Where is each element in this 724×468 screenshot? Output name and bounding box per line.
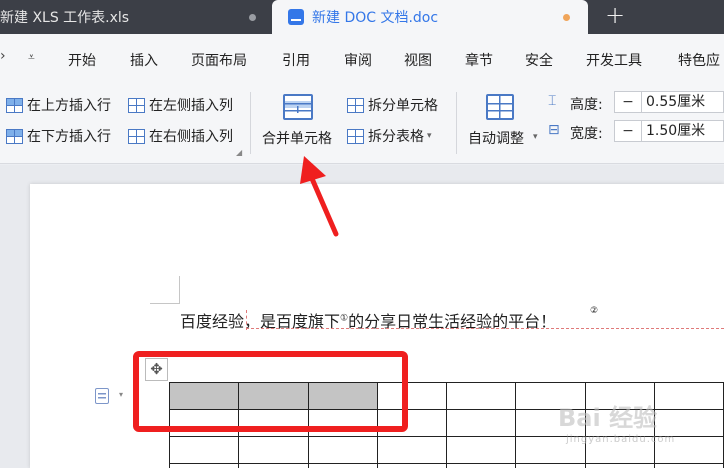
- table-cell[interactable]: [445, 409, 517, 437]
- margin-corner-mark: [179, 276, 180, 304]
- table-cell[interactable]: [653, 382, 724, 410]
- auto-fit-icon: [486, 94, 514, 120]
- ribbon-separator: [250, 92, 251, 154]
- merge-cells-button[interactable]: 合并单元格: [256, 90, 340, 156]
- tab-doc-document[interactable]: 新建 DOC 文档.doc: [272, 0, 588, 34]
- table-cell[interactable]: [445, 382, 517, 410]
- chevron-down-icon[interactable]: ⩡: [28, 50, 35, 65]
- table-cell[interactable]: [307, 463, 378, 468]
- table-row: [168, 463, 724, 468]
- tab-doc-unsaved-icon[interactable]: [563, 14, 570, 21]
- new-tab-button[interactable]: +: [603, 3, 627, 28]
- footnote-ref-1[interactable]: ①: [340, 314, 348, 324]
- table-cell[interactable]: [584, 463, 655, 468]
- wps-writer-icon: [288, 9, 304, 25]
- group-dialog-launcher-icon[interactable]: ◢: [236, 148, 242, 157]
- insert-column-left-button[interactable]: 在左侧插入列: [128, 95, 233, 115]
- width-input[interactable]: 1.50厘米: [642, 120, 724, 142]
- insert-row-above-button[interactable]: 在上方插入行: [6, 95, 111, 115]
- insert-column-left-label: 在左侧插入列: [149, 98, 233, 114]
- revision-underline: [246, 328, 724, 329]
- table-cell[interactable]: [445, 463, 517, 468]
- quick-access-arrow-icon[interactable]: ›: [0, 48, 6, 64]
- table-cell[interactable]: [168, 463, 240, 468]
- insert-column-right-button[interactable]: 在右侧插入列: [128, 126, 233, 146]
- margin-corner-mark: [150, 303, 180, 304]
- annotation-arrow: [300, 156, 339, 237]
- column-width-icon: ⊟: [548, 122, 560, 138]
- merge-cells-label: 合并单元格: [262, 131, 332, 147]
- table-cell[interactable]: [168, 436, 240, 464]
- row-height-icon: ⌶: [548, 93, 557, 109]
- insert-row-above-label: 在上方插入行: [27, 98, 111, 114]
- height-input[interactable]: 0.55厘米: [642, 91, 724, 113]
- menu-item-home[interactable]: 开始: [68, 50, 96, 70]
- insert-row-below-label: 在下方插入行: [27, 129, 111, 145]
- table-cell[interactable]: [653, 463, 724, 468]
- menu-item-insert[interactable]: 插入: [130, 50, 158, 70]
- split-cells-button[interactable]: 拆分单元格: [347, 95, 438, 115]
- insert-row-below-icon: [6, 128, 23, 144]
- table-cell[interactable]: [445, 436, 517, 464]
- table-tools-ribbon: 在上方插入行 在下方插入行 在左侧插入列 在右侧插入列 ◢ 合并单元格 拆分单元…: [0, 82, 724, 164]
- tab-xls-workbook[interactable]: 新建 XLS 工作表.xls: [0, 0, 272, 34]
- ribbon-separator: [456, 92, 457, 154]
- menu-item-view[interactable]: 视图: [404, 50, 432, 70]
- auto-fit-caret-icon: ▾: [533, 132, 538, 142]
- menu-item-references[interactable]: 引用: [282, 50, 310, 70]
- insert-column-right-label: 在右侧插入列: [149, 129, 233, 145]
- insert-column-right-icon: [128, 128, 145, 144]
- auto-fit-label: 自动调整: [468, 131, 524, 147]
- tab-doc-title: 新建 DOC 文档.doc: [312, 10, 439, 26]
- table-style-icon[interactable]: [95, 388, 109, 404]
- split-table-button[interactable]: 拆分表格 ▾: [347, 126, 432, 146]
- menu-item-security[interactable]: 安全: [525, 50, 553, 70]
- menu-item-page-layout[interactable]: 页面布局: [191, 50, 247, 70]
- insert-row-below-button[interactable]: 在下方插入行: [6, 126, 111, 146]
- baidu-watermark: Bai 经验: [558, 404, 658, 432]
- menu-item-features[interactable]: 特色应: [678, 50, 720, 70]
- revision-marker: [246, 310, 247, 330]
- insert-column-left-icon: [128, 97, 145, 113]
- table-cell[interactable]: [515, 463, 586, 468]
- auto-fit-button[interactable]: 自动调整 ▾: [464, 90, 540, 156]
- width-decrease-button[interactable]: −: [614, 120, 642, 142]
- menu-item-developer[interactable]: 开发工具: [586, 50, 642, 70]
- menu-item-review[interactable]: 审阅: [344, 50, 372, 70]
- height-decrease-button[interactable]: −: [614, 91, 642, 113]
- tab-bar: 新建 XLS 工作表.xls 新建 DOC 文档.doc +: [0, 0, 724, 34]
- table-cell[interactable]: [376, 436, 448, 464]
- table-cell[interactable]: [376, 463, 448, 468]
- merge-cells-icon: [283, 94, 313, 120]
- menu-bar: › ⩡ 开始 插入 页面布局 引用 审阅 视图 章节 安全 开发工具 特色应: [0, 34, 724, 82]
- table-cell[interactable]: [653, 409, 724, 437]
- baidu-watermark-url: jingyan.baidu.com: [566, 434, 676, 445]
- tab-xls-title: 新建 XLS 工作表.xls: [0, 10, 130, 26]
- split-table-caret-icon: ▾: [427, 131, 432, 141]
- split-cells-label: 拆分单元格: [368, 98, 438, 114]
- table-style-caret-icon[interactable]: ▾: [119, 390, 123, 399]
- tab-xls-close-icon[interactable]: [249, 14, 256, 21]
- split-table-icon: [347, 128, 364, 144]
- split-table-label: 拆分表格: [368, 129, 424, 145]
- height-label: 高度:: [570, 97, 603, 113]
- annotation-highlight-box: [133, 351, 408, 432]
- footnote-ref-2[interactable]: ②: [590, 306, 598, 316]
- table-cell[interactable]: [238, 436, 309, 464]
- insert-row-above-icon: [6, 97, 23, 113]
- paragraph-text-a: 百度经验: [180, 312, 245, 331]
- table-cell[interactable]: [238, 463, 309, 468]
- table-cell[interactable]: [307, 436, 378, 464]
- width-label: 宽度:: [570, 126, 603, 142]
- split-cells-icon: [347, 97, 364, 113]
- menu-item-chapter[interactable]: 章节: [465, 50, 493, 70]
